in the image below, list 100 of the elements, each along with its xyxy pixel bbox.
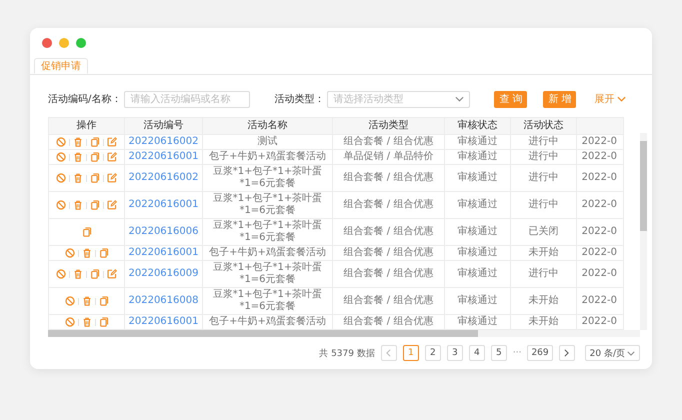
column-header: 活动编号 — [124, 118, 202, 134]
previous-page-button[interactable] — [380, 345, 397, 361]
table-cell: 豆浆*1+包子*1+茶叶蛋*1=6元套餐 — [212, 289, 322, 312]
table-cell: 审核通过 — [458, 247, 498, 258]
edit-icon[interactable] — [107, 137, 117, 147]
action-button[interactable]: 查 询 — [494, 90, 528, 108]
table-cell: 审核通过 — [458, 226, 498, 237]
page-button[interactable]: 2 — [424, 345, 441, 361]
table-cell: 组合套餐 / 组合优惠 — [344, 136, 434, 147]
delete-icon[interactable] — [82, 317, 92, 327]
table-cell: 包子+牛奶+鸡蛋套餐活动 — [209, 247, 326, 258]
page-button[interactable]: 4 — [468, 345, 485, 361]
table-cell: 豆浆*1+包子*1+茶叶蛋*1=6元套餐 — [212, 166, 322, 189]
expand-link[interactable]: 展开 — [594, 92, 626, 106]
table-cell: 进行中 — [528, 151, 558, 162]
edit-icon[interactable] — [107, 200, 117, 210]
table-cell: 2022-0 — [582, 268, 617, 279]
table-cell: 组合套餐 / 组合优惠 — [344, 316, 434, 327]
disable-icon[interactable] — [56, 269, 66, 279]
copy-icon[interactable] — [90, 152, 100, 162]
search-field[interactable]: 请输入活动编码或名称 — [124, 90, 250, 108]
table-cell: 2022-0 — [582, 151, 617, 162]
page-button[interactable]: 1 — [402, 345, 419, 361]
table-cell: 组合套餐 / 组合优惠 — [344, 226, 434, 237]
column-header: 活动类型 — [332, 118, 444, 134]
copy-icon[interactable] — [90, 269, 100, 279]
table-cell: 审核通过 — [458, 172, 498, 183]
table-cell: 2022-0 — [582, 136, 617, 147]
horizontal-scrollbar[interactable] — [48, 330, 640, 337]
table-cell: 包子+牛奶+鸡蛋套餐活动 — [209, 316, 326, 327]
page-button[interactable]: 3 — [446, 345, 463, 361]
delete-icon[interactable] — [82, 296, 92, 306]
disable-icon[interactable] — [56, 152, 66, 162]
table-cell: 组合套餐 / 组合优惠 — [344, 295, 434, 306]
table-cell: 审核通过 — [458, 199, 498, 210]
chevron-right-icon — [564, 349, 570, 357]
table-cell: 未开始 — [528, 295, 558, 306]
copy-icon[interactable] — [82, 227, 92, 237]
chevron-down-icon — [627, 350, 635, 356]
table-cell: 组合套餐 / 组合优惠 — [344, 268, 434, 279]
edit-icon[interactable] — [107, 152, 117, 162]
delete-icon[interactable] — [82, 248, 92, 258]
table-cell: 2022-0 — [582, 199, 617, 210]
disable-icon[interactable] — [56, 173, 66, 183]
table-cell: 豆浆*1+包子*1+茶叶蛋*1=6元套餐 — [212, 193, 322, 216]
copy-icon[interactable] — [98, 317, 108, 327]
table-cell: 豆浆*1+包子*1+茶叶蛋*1=6元套餐 — [212, 220, 322, 243]
copy-icon[interactable] — [98, 296, 108, 306]
column-header: 审核状态 — [444, 118, 510, 134]
action-button[interactable]: 新 增 — [543, 90, 576, 108]
minimize-dot-icon[interactable] — [59, 38, 69, 48]
table-cell: 2022-0 — [582, 295, 617, 306]
filter-label: 活动类型： — [274, 92, 324, 106]
disable-icon[interactable] — [64, 248, 74, 258]
table-cell: 进行中 — [528, 136, 558, 147]
total-count: 共 5379 数据 — [319, 348, 375, 360]
table-cell: 审核通过 — [458, 136, 498, 147]
delete-icon[interactable] — [73, 200, 83, 210]
edit-icon[interactable] — [107, 269, 117, 279]
table-cell: 审核通过 — [458, 295, 498, 306]
delete-icon[interactable] — [73, 173, 83, 183]
vertical-scrollbar[interactable] — [640, 133, 647, 330]
disable-icon[interactable] — [56, 137, 66, 147]
disable-icon[interactable] — [64, 317, 74, 327]
table-cell: 审核通过 — [458, 268, 498, 279]
copy-icon[interactable] — [90, 173, 100, 183]
table-cell: 未开始 — [528, 247, 558, 258]
table-cell: 审核通过 — [458, 316, 498, 327]
copy-icon[interactable] — [90, 200, 100, 210]
table-cell: 单品促销 / 单品特价 — [344, 151, 434, 162]
table-cell: 组合套餐 / 组合优惠 — [344, 199, 434, 210]
chevron-down-icon — [617, 96, 626, 102]
page-button[interactable]: 5 — [490, 345, 507, 361]
delete-icon[interactable] — [73, 152, 83, 162]
next-page-button[interactable] — [558, 345, 575, 361]
page-size-select[interactable]: 20 条/页 — [584, 345, 640, 361]
edit-icon[interactable] — [107, 173, 117, 183]
table-cell: 2022-0 — [582, 226, 617, 237]
table-cell: 组合套餐 / 组合优惠 — [344, 247, 434, 258]
page-button[interactable]: 269 — [527, 345, 553, 361]
delete-icon[interactable] — [73, 137, 83, 147]
page-ellipsis[interactable]: ··· — [512, 348, 522, 358]
column-header: 活动名称 — [202, 118, 332, 134]
copy-icon[interactable] — [90, 137, 100, 147]
disable-icon[interactable] — [64, 296, 74, 306]
select-field[interactable]: 请选择活动类型 — [327, 90, 470, 108]
chevron-down-icon[interactable] — [455, 96, 464, 102]
table-cell: 测试 — [258, 136, 278, 147]
delete-icon[interactable] — [73, 269, 83, 279]
table-cell: 2022-0 — [582, 172, 617, 183]
close-dot-icon[interactable] — [42, 38, 52, 48]
tab[interactable]: 促销申请 — [34, 58, 88, 74]
filter-label: 活动编码/名称： — [48, 92, 122, 106]
table-cell: 审核通过 — [458, 151, 498, 162]
copy-icon[interactable] — [98, 248, 108, 258]
column-header: 活动状态 — [510, 118, 576, 134]
table-cell: 2022-0 — [582, 247, 617, 258]
disable-icon[interactable] — [56, 200, 66, 210]
table-cell: 进行中 — [528, 199, 558, 210]
maximize-dot-icon[interactable] — [76, 38, 86, 48]
